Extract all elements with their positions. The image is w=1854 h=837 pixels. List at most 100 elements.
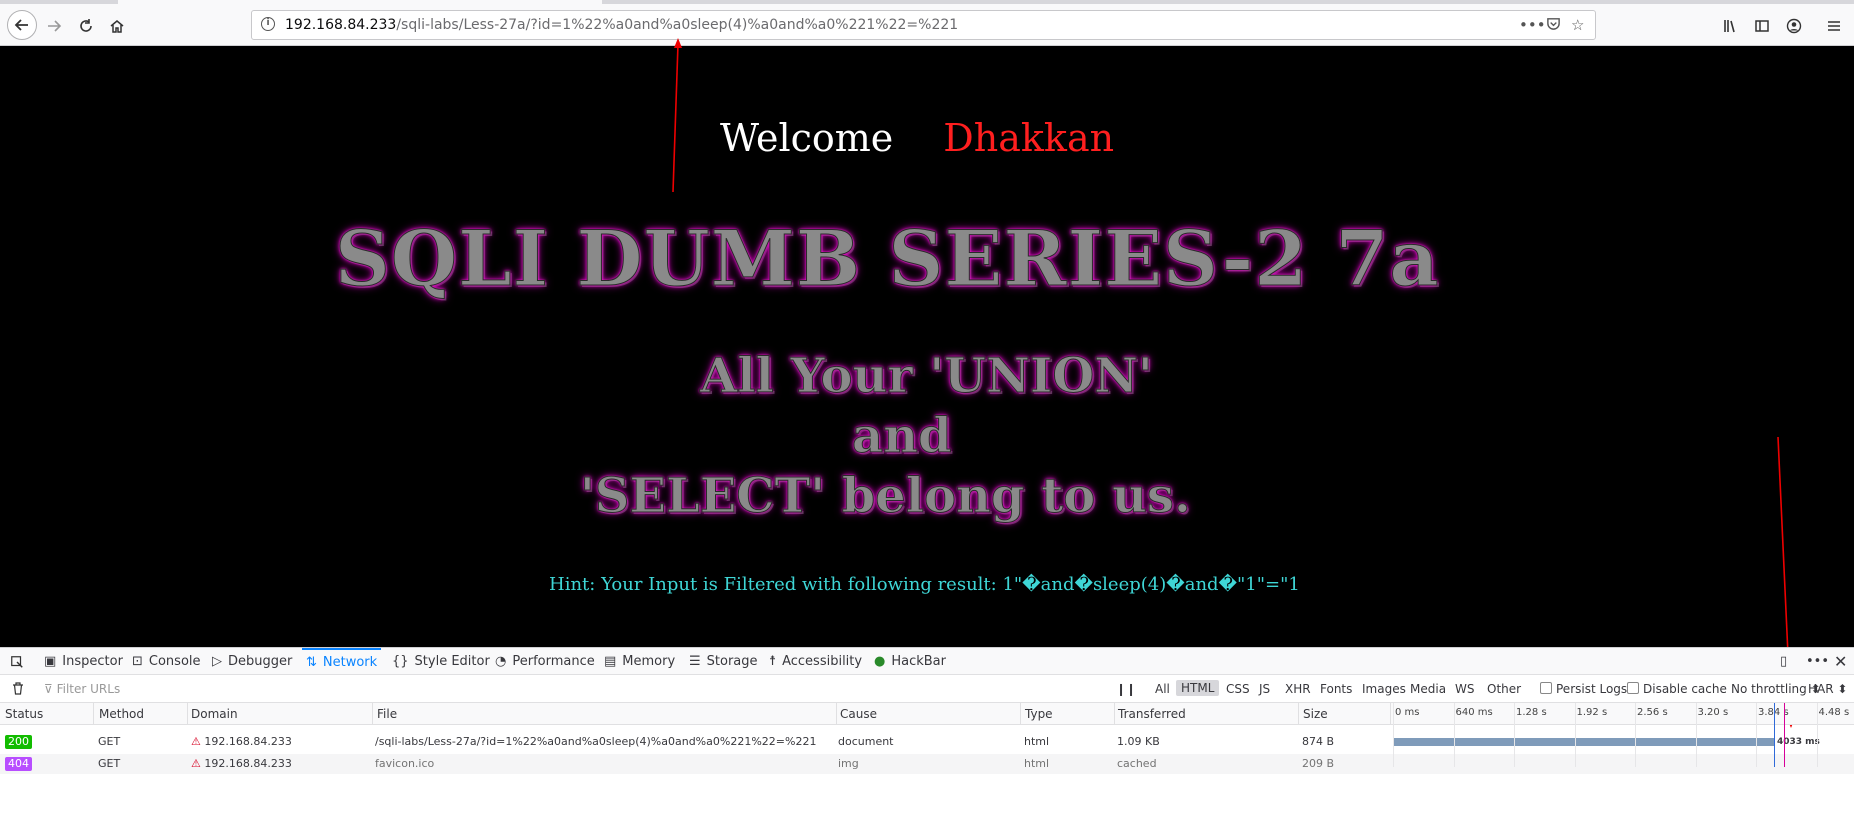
tab-console[interactable]: ⊡ Console [132, 648, 201, 675]
filter-fonts[interactable]: Fonts [1320, 682, 1352, 696]
dock-side-icon[interactable]: ▯ [1780, 648, 1787, 675]
filter-js[interactable]: JS [1259, 682, 1270, 696]
persist-logs-label: Persist Logs [1556, 682, 1628, 696]
status-badge: 404 [5, 757, 32, 771]
network-filter-bar: ⊽ Filter URLs ❙❙ All HTML CSS JS XHR Fon… [0, 675, 1854, 703]
col-cause[interactable]: Cause [840, 707, 877, 721]
col-file[interactable]: File [377, 707, 397, 721]
style-editor-icon: {} [392, 654, 409, 669]
timeline-gridline [1453, 703, 1455, 767]
performance-icon: ◔ [495, 654, 507, 669]
col-size[interactable]: Size [1303, 707, 1328, 721]
timeline-tick-label: 0 ms [1395, 707, 1420, 718]
filter-html[interactable]: HTML [1176, 680, 1220, 696]
tab-storage[interactable]: ☰ Storage [689, 648, 758, 675]
filter-urls-input[interactable]: ⊽ Filter URLs [44, 682, 120, 696]
disable-cache-label: Disable cache [1643, 682, 1727, 696]
tab-inspector-label: Inspector [62, 654, 123, 669]
tab-memory-label: Memory [622, 654, 676, 669]
col-divider [1020, 703, 1021, 725]
table-row[interactable]: 404 GET ⚠ 192.168.84.233 favicon.ico img… [0, 754, 1854, 774]
pause-icon[interactable]: ❙❙ [1116, 682, 1136, 696]
tab-hackbar-label: HackBar [891, 654, 946, 669]
request-size: 209 B [1302, 757, 1335, 770]
request-transferred: cached [1117, 757, 1157, 770]
request-file: favicon.ico [375, 757, 435, 770]
filter-icon: ⊽ [44, 682, 57, 696]
disable-cache-box [1627, 682, 1639, 694]
request-domain-text: 192.168.84.233 [204, 757, 292, 770]
filter-ws[interactable]: WS [1455, 682, 1474, 696]
tab-hackbar[interactable]: ● HackBar [874, 648, 946, 675]
tab-debugger[interactable]: ▷ Debugger [212, 648, 292, 675]
filter-all[interactable]: All [1155, 682, 1170, 696]
timeline-gridline [1574, 703, 1576, 767]
timeline-tick-label: 1.28 s [1516, 707, 1547, 718]
col-domain[interactable]: Domain [191, 707, 238, 721]
tab-inspector[interactable]: ▣ Inspector [44, 648, 123, 675]
persist-logs-box [1540, 682, 1552, 694]
col-type[interactable]: Type [1025, 707, 1053, 721]
devtools-toolbar: ▣ Inspector ⊡ Console ▷ Debugger ⇅ Network {… [0, 647, 1854, 675]
filter-other[interactable]: Other [1487, 682, 1521, 696]
hackbar-icon: ● [874, 654, 886, 669]
col-transferred[interactable]: Transferred [1118, 707, 1186, 721]
col-divider [1390, 703, 1391, 725]
element-picker-icon[interactable] [10, 648, 24, 675]
timeline-marker [1784, 703, 1785, 767]
tab-style-editor[interactable]: {} Style Editor [392, 648, 490, 675]
har-label: HAR [1808, 682, 1834, 696]
col-status[interactable]: Status [5, 707, 43, 721]
timeline-gridline [1695, 703, 1697, 767]
col-divider [836, 703, 837, 725]
request-transferred: 1.09 KB [1117, 735, 1160, 748]
persist-logs-checkbox[interactable]: Persist Logs [1540, 682, 1627, 696]
clear-requests-icon[interactable] [12, 682, 24, 698]
timeline-gridline [1393, 703, 1394, 767]
request-type: html [1024, 735, 1050, 748]
filter-media[interactable]: Media [1410, 682, 1446, 696]
request-method: GET [98, 735, 121, 748]
har-menu[interactable]: HAR ⬍ [1808, 682, 1847, 696]
table-row[interactable]: 200 GET ⚠ 192.168.84.233 /sqli-labs/Less… [0, 732, 1854, 752]
timing-bar [1393, 738, 1774, 746]
accessibility-icon: ☨ [769, 654, 777, 669]
insecure-icon: ⚠ [191, 757, 205, 770]
col-divider [1298, 703, 1299, 725]
tab-accessibility[interactable]: ☨ Accessibility [769, 648, 862, 675]
timeline-tick-label: 2.56 s [1637, 707, 1668, 718]
close-devtools-icon[interactable]: ✕ [1834, 648, 1847, 675]
tab-performance-label: Performance [512, 654, 595, 669]
memory-icon: ▤ [604, 654, 617, 669]
tab-memory[interactable]: ▤ Memory [604, 648, 675, 675]
request-domain: ⚠ 192.168.84.233 [191, 735, 292, 748]
tab-performance[interactable]: ◔ Performance [495, 648, 595, 675]
filter-xhr[interactable]: XHR [1285, 682, 1311, 696]
col-divider [372, 703, 373, 725]
network-icon: ⇅ [306, 655, 317, 670]
col-method[interactable]: Method [99, 707, 144, 721]
timeline-gridline [1756, 703, 1757, 767]
debugger-icon: ▷ [212, 654, 222, 669]
tab-network[interactable]: ⇅ Network [302, 648, 382, 675]
timeline-gridline [1514, 703, 1515, 767]
status-badge: 200 [5, 735, 32, 749]
col-divider [1114, 703, 1115, 725]
disable-cache-checkbox[interactable]: Disable cache [1627, 682, 1727, 696]
timeline-tick-label: 3.20 s [1697, 707, 1729, 718]
timeline-tick-label: 1.92 s [1576, 707, 1608, 718]
request-domain: ⚠ 192.168.84.233 [191, 757, 292, 770]
tab-network-label: Network [322, 655, 378, 670]
request-size: 874 B [1302, 735, 1335, 748]
request-file: /sqli-labs/Less-27a/?id=1%22%a0and%a0sle… [375, 735, 817, 748]
request-type: html [1024, 757, 1050, 770]
request-table-header: Status Method Domain File Cause Type Tra… [0, 703, 1854, 725]
request-cause: img [838, 757, 859, 770]
devtools-options-icon[interactable]: ••• [1806, 648, 1829, 675]
inspector-icon: ▣ [44, 654, 57, 669]
request-cause: document [838, 735, 894, 748]
filter-css[interactable]: CSS [1226, 682, 1250, 696]
console-icon: ⊡ [132, 654, 143, 669]
filter-images[interactable]: Images [1362, 682, 1406, 696]
request-method: GET [98, 757, 121, 770]
